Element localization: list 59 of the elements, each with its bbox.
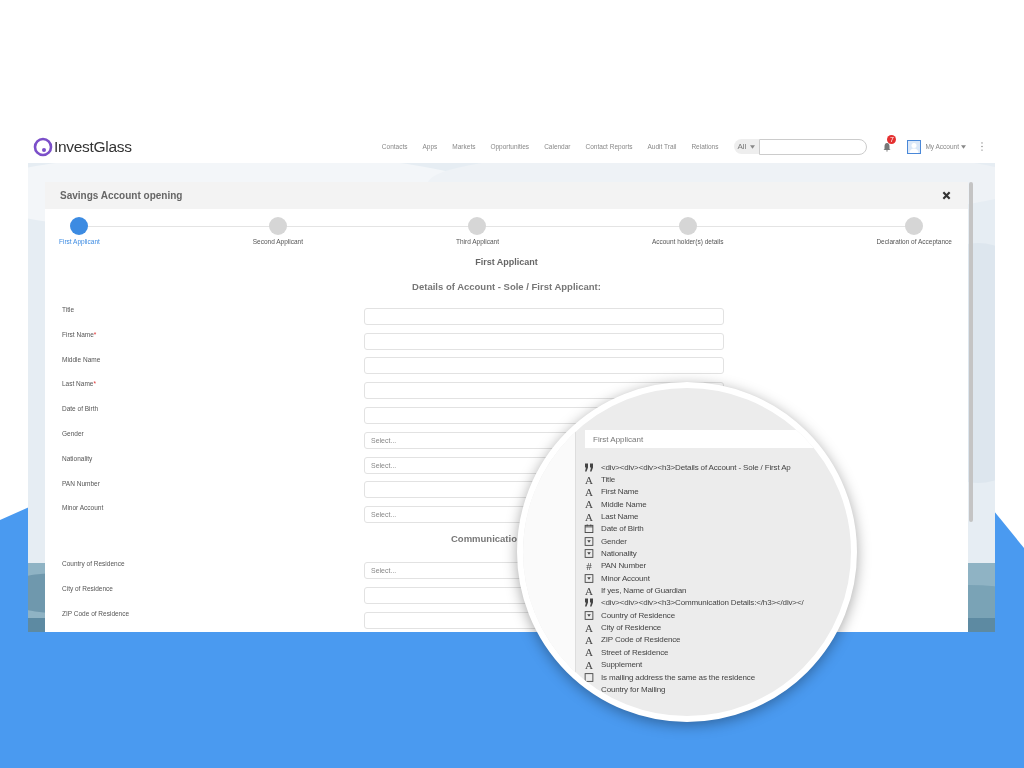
field-list-item[interactable]: Date of Birth xyxy=(601,524,644,534)
field-type-icon: A xyxy=(584,585,594,596)
field-type-icon: A xyxy=(584,635,594,645)
field-list-item[interactable]: <div><div><div><h3>Details of Account - Sole / First Ap xyxy=(601,462,791,472)
step-dot[interactable] xyxy=(268,217,287,235)
field-type-icon: A xyxy=(584,659,594,670)
dropdown-icon xyxy=(584,610,594,620)
field-list-item[interactable]: Country for Mailing xyxy=(601,684,666,694)
form-heading: First Applicant xyxy=(474,257,539,267)
section-heading: Communicatio xyxy=(451,533,517,545)
section-heading: Details of Account - Sole / First Applicant: xyxy=(411,281,602,292)
dropdown-icon xyxy=(584,536,594,546)
field-list-item[interactable]: City of Residence xyxy=(601,623,662,633)
field-list-item[interactable]: Nationality xyxy=(601,549,637,559)
calendar-icon xyxy=(584,524,594,534)
field-type-icon: # xyxy=(584,560,594,571)
bell-icon[interactable] xyxy=(882,141,893,152)
input-field[interactable] xyxy=(364,307,724,325)
field-list-item[interactable]: Minor Account xyxy=(601,573,650,583)
search-field[interactable] xyxy=(759,138,868,155)
field-list-item[interactable]: Title xyxy=(601,475,616,484)
field-type-icon: A xyxy=(584,622,594,633)
field-list-item[interactable]: Last Name xyxy=(601,512,639,522)
field-type-icon: A xyxy=(584,499,594,510)
field-type-icon: A xyxy=(584,647,594,658)
input-field[interactable] xyxy=(364,357,724,375)
input-field[interactable] xyxy=(364,332,724,350)
caret-icon xyxy=(750,144,756,149)
avatar-icon[interactable] xyxy=(907,139,922,154)
step-dot[interactable] xyxy=(468,217,487,235)
step-dot[interactable] xyxy=(678,217,697,235)
field-list-item[interactable]: First Name xyxy=(601,487,639,497)
field-list-item[interactable]: Middle Name xyxy=(601,499,647,509)
field-list-item[interactable]: Is mailing address the same as the residence xyxy=(601,672,755,682)
field-type-icon: A xyxy=(584,486,594,497)
brand-name: InvestGlass xyxy=(54,137,132,156)
field-type-icon: A xyxy=(584,511,594,522)
modal-title: Savings Account opening xyxy=(60,190,183,201)
scope-dropdown[interactable]: All xyxy=(733,139,760,154)
logo-icon xyxy=(33,136,53,157)
step-dot[interactable] xyxy=(905,217,924,235)
scrollbar[interactable] xyxy=(969,182,973,522)
caret-icon xyxy=(961,144,966,149)
field-type-icon: A xyxy=(584,474,594,485)
field-list-item[interactable]: <div><div><div><h3>Communication Details:</h3></div></ xyxy=(601,598,804,608)
field-list-item[interactable]: Supplement xyxy=(601,660,643,670)
close-icon[interactable] xyxy=(942,191,951,200)
dropdown-icon xyxy=(584,549,594,559)
quote-icon xyxy=(584,598,594,608)
field-list-item[interactable]: If yes, Name of Guardian xyxy=(601,586,687,596)
field-list-item[interactable]: ZIP Code of Residence xyxy=(601,635,681,645)
quote-icon xyxy=(584,462,594,472)
field-list-item[interactable]: Country of Residence xyxy=(601,610,675,620)
step-dot[interactable] xyxy=(70,217,89,235)
dropdown-icon xyxy=(584,573,594,583)
field-list-item[interactable]: Gender xyxy=(601,536,627,546)
field-list-item[interactable]: PAN Number xyxy=(601,561,647,571)
field-list-item[interactable]: Street of Residence xyxy=(601,647,669,657)
checkbox-icon xyxy=(584,672,594,682)
